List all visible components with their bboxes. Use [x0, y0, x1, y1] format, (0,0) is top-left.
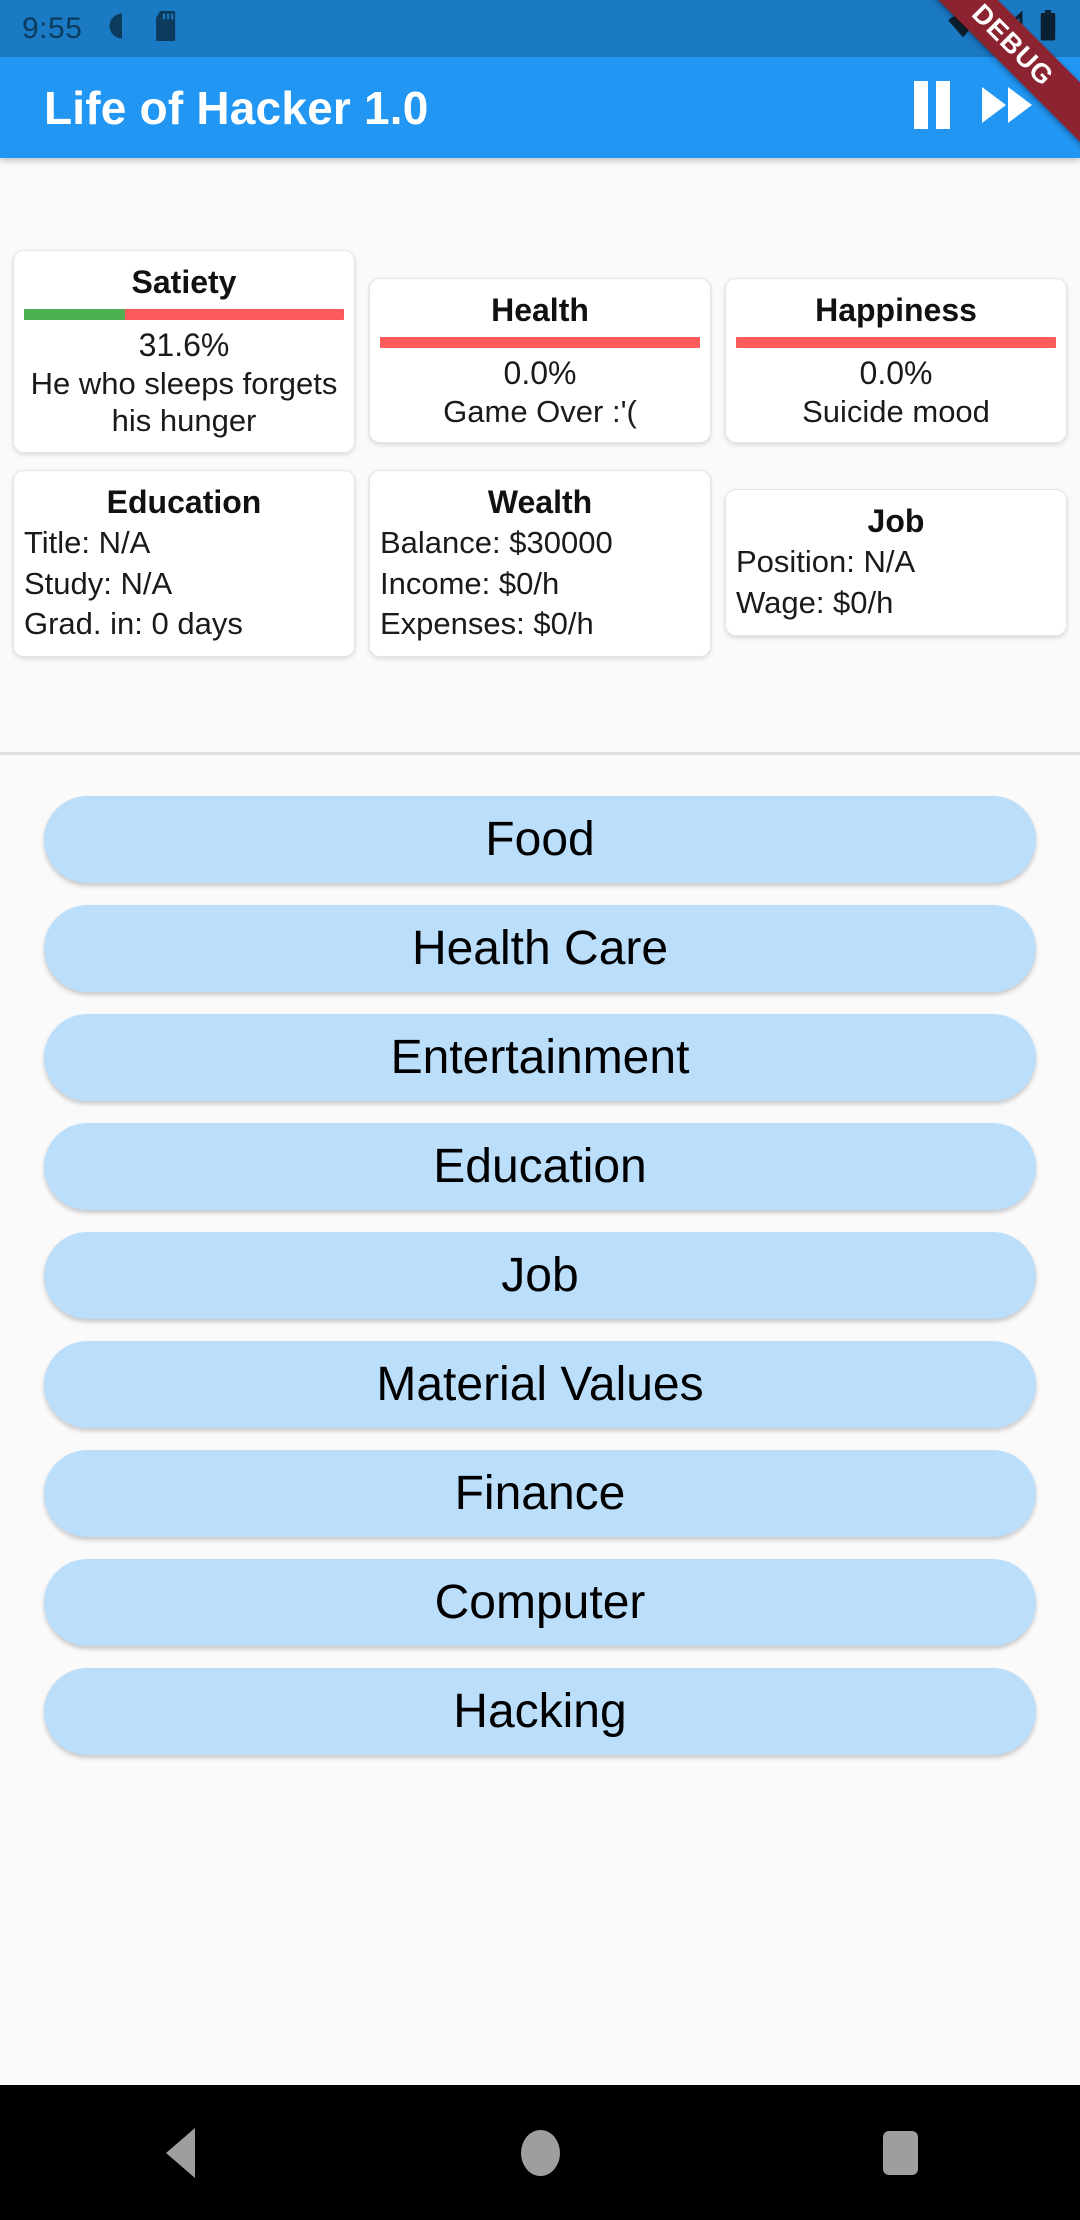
pause-icon: [914, 81, 950, 129]
status-clock: 9:55: [22, 11, 83, 45]
action-button-food[interactable]: Food: [44, 796, 1036, 883]
battery-icon: [1038, 10, 1058, 47]
stat-card-job: Job Position: N/A Wage: $0/h: [725, 489, 1067, 636]
stat-info-line: Grad. in: 0 days: [24, 605, 243, 641]
square-recents-icon: [882, 2130, 918, 2175]
stat-card-title: Satiety: [131, 264, 237, 300]
action-list[interactable]: Food Health Care Entertainment Education…: [0, 755, 1080, 2220]
stat-card-wealth: Wealth Balance: $30000 Income: $0/h Expe…: [369, 470, 711, 658]
satiety-progress-bar: [24, 309, 344, 321]
stat-info-line: Title: N/A: [24, 525, 151, 561]
action-button-computer[interactable]: Computer: [44, 1559, 1036, 1646]
happiness-progress-bar: [736, 337, 1056, 349]
stat-card-percent: 0.0%: [503, 355, 577, 392]
stat-card-note: He who sleeps forgets his hunger: [30, 365, 338, 439]
stat-info-line: Study: N/A: [24, 565, 173, 601]
nav-recents-button[interactable]: [840, 2085, 960, 2220]
stat-card-education: Education Title: N/A Study: N/A Grad. in…: [13, 470, 355, 658]
stat-info-card-row: Education Title: N/A Study: N/A Grad. in…: [0, 453, 1080, 658]
pause-button[interactable]: [910, 79, 954, 136]
stat-card-percent: 0.0%: [859, 355, 933, 392]
stats-panel: Satiety 31.6% He who sleeps forgets his …: [0, 158, 1080, 754]
nav-back-button[interactable]: [120, 2085, 240, 2220]
action-button-finance[interactable]: Finance: [44, 1450, 1036, 1537]
action-button-hacking[interactable]: Hacking: [44, 1668, 1036, 1755]
app-bar: Life of Hacker 1.0: [0, 57, 1080, 158]
satiety-progress-fill: [24, 309, 126, 321]
page-title: Life of Hacker 1.0: [44, 81, 429, 134]
action-button-entertainment[interactable]: Entertainment: [44, 1014, 1036, 1101]
stat-card-happiness: Happiness 0.0% Suicide mood: [725, 278, 1067, 444]
stat-card-title: Health: [491, 292, 589, 328]
stat-card-title: Job: [867, 503, 925, 540]
circle-home-icon: [520, 2129, 560, 2176]
status-left-icon-group: [107, 11, 180, 46]
action-button-health-care[interactable]: Health Care: [44, 905, 1036, 992]
health-progress-bar: [380, 337, 700, 349]
stat-info-line: Balance: $30000: [380, 525, 613, 561]
status-bar: 9:55: [0, 0, 1080, 57]
android-nav-bar: [0, 2085, 1080, 2220]
stat-bar-card-row: Satiety 31.6% He who sleeps forgets his …: [0, 158, 1080, 454]
action-button-job[interactable]: Job: [44, 1232, 1036, 1319]
stat-info-line: Expenses: $0/h: [380, 605, 594, 641]
contrast-icon: [107, 11, 137, 46]
stat-card-note: Suicide mood: [802, 393, 990, 429]
nav-home-button[interactable]: [480, 2085, 600, 2220]
action-button-education[interactable]: Education: [44, 1123, 1036, 1210]
stat-card-percent: 31.6%: [138, 327, 230, 364]
sd-card-icon: [154, 11, 180, 46]
app-bar-actions: [910, 79, 1036, 136]
stat-card-note: Game Over :'(: [443, 393, 637, 429]
stat-info-line: Position: N/A: [736, 544, 916, 580]
stat-info-line: Wage: $0/h: [736, 584, 894, 620]
stat-card-title: Education: [106, 484, 262, 521]
stat-card-health: Health 0.0% Game Over :'(: [369, 278, 711, 444]
stat-info-line: Income: $0/h: [380, 565, 560, 601]
triangle-back-icon: [165, 2127, 195, 2178]
stat-card-title: Wealth: [487, 484, 593, 521]
stat-card-satiety: Satiety 31.6% He who sleeps forgets his …: [13, 250, 355, 454]
action-button-material-values[interactable]: Material Values: [44, 1341, 1036, 1428]
stat-card-title: Happiness: [815, 292, 977, 328]
